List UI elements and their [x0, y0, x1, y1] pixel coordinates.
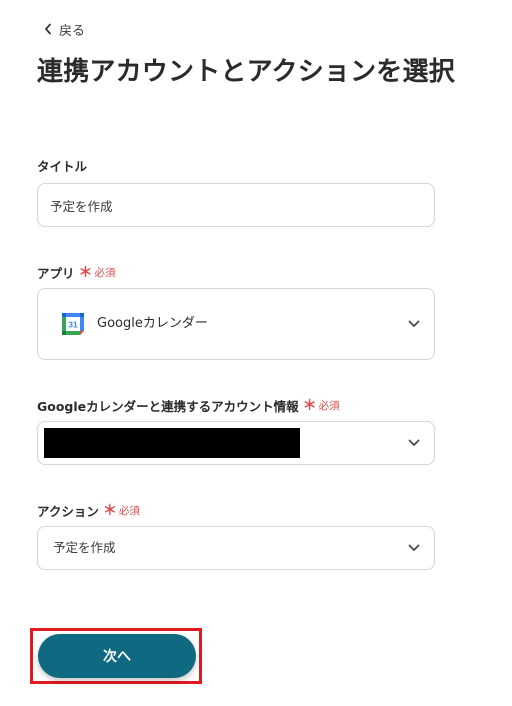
- required-text: 必須: [118, 504, 140, 517]
- title-input[interactable]: [37, 183, 435, 227]
- required-asterisk: ＊: [102, 503, 117, 519]
- required-indicator: ＊ 必須: [303, 395, 340, 415]
- google-calendar-icon-text: 31: [68, 320, 78, 330]
- page-title: 連携アカウントとアクションを選択: [37, 57, 455, 87]
- chevron-down-icon: [408, 320, 420, 327]
- google-calendar-icon: 31: [62, 313, 84, 335]
- required-text: 必須: [318, 399, 340, 412]
- back-label: 戻る: [59, 23, 86, 39]
- required-indicator: ＊ 必須: [79, 262, 116, 282]
- app-select[interactable]: 31 Googleカレンダー: [37, 288, 435, 360]
- required-asterisk: ＊: [302, 398, 317, 414]
- redacted-account-value: [44, 428, 300, 458]
- title-field-label-text: タイトル: [37, 159, 88, 174]
- action-select-value: 予定を作成: [53, 540, 116, 555]
- chevron-left-icon: [45, 23, 51, 35]
- app-field-label: アプリ ＊ 必須: [37, 262, 116, 282]
- required-asterisk: ＊: [78, 265, 93, 281]
- account-select[interactable]: [37, 421, 435, 465]
- next-button[interactable]: 次へ: [38, 634, 196, 678]
- app-select-value: Googleカレンダー: [97, 316, 208, 331]
- account-field-label: Googleカレンダーと連携するアカウント情報 ＊ 必須: [37, 395, 340, 415]
- back-link[interactable]: 戻る: [44, 19, 85, 39]
- chevron-down-icon: [408, 544, 420, 551]
- title-field-label: タイトル: [37, 156, 87, 175]
- action-select[interactable]: 予定を作成: [37, 526, 435, 570]
- required-indicator: ＊ 必須: [103, 500, 140, 520]
- action-field-label: アクション ＊ 必須: [37, 500, 140, 520]
- account-field-label-text: Googleカレンダーと連携するアカウント情報: [37, 398, 299, 414]
- chevron-down-icon: [408, 439, 420, 446]
- action-field-label-text: アクション: [37, 503, 99, 519]
- app-field-label-text: アプリ: [37, 265, 75, 281]
- required-text: 必須: [94, 266, 116, 279]
